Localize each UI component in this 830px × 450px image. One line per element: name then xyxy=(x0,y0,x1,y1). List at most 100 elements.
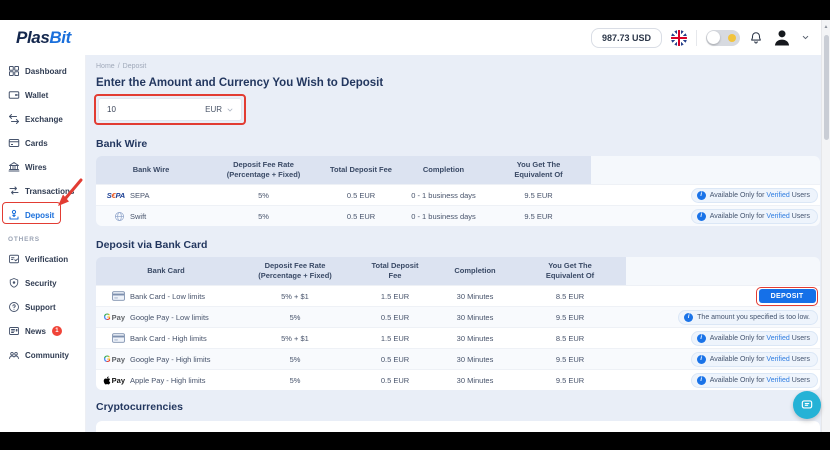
column-header: Completion xyxy=(436,257,514,285)
cell-total-fee: 0.5 EUR xyxy=(380,354,410,364)
amount-too-low-badge: i The amount you specified is too low. xyxy=(678,309,818,325)
browser-viewport: PlasBit 987.73 USD Dashboard Wallet Exchan… xyxy=(0,20,830,432)
wallet-icon xyxy=(8,89,20,101)
badge-text: The amount you specified is too low. xyxy=(697,313,810,321)
column-header: Deposit Fee Rate (Percentage + Fixed) xyxy=(206,156,321,184)
notifications-bell-icon[interactable] xyxy=(749,31,763,45)
sidebar-item-cards[interactable]: Cards xyxy=(0,131,85,155)
chevron-down-icon xyxy=(227,108,233,112)
verified-link[interactable]: Verified xyxy=(766,335,789,342)
amount-form: EUR xyxy=(94,94,246,125)
amount-input[interactable] xyxy=(99,105,206,114)
bank-card-section-title: Deposit via Bank Card xyxy=(96,239,208,251)
sidebar-item-deposit[interactable]: Deposit xyxy=(0,203,85,227)
verified-link[interactable]: Verified xyxy=(766,192,789,199)
sidebar-item-label: Security xyxy=(25,278,57,288)
cell-completion: 30 Minutes xyxy=(456,312,494,322)
cell-completion: 30 Minutes xyxy=(456,291,494,301)
breadcrumb-home[interactable]: Home xyxy=(96,63,115,70)
community-icon xyxy=(8,349,20,361)
annotation-box-deposit-button: DEPOSIT xyxy=(756,286,818,306)
method-label: Google Pay - Low limits xyxy=(130,312,209,322)
currency-value: EUR xyxy=(205,105,222,114)
table-header-row: Bank Card Deposit Fee Rate (Percentage + F… xyxy=(96,257,820,285)
header-controls: 987.73 USD xyxy=(590,27,810,48)
chevron-down-icon[interactable] xyxy=(801,33,810,42)
verified-users-badge: i Available Only for Verified Users xyxy=(690,208,818,224)
dashboard-icon xyxy=(8,65,20,77)
breadcrumb: Home / Deposit xyxy=(96,63,820,70)
theme-toggle[interactable] xyxy=(706,29,740,46)
cell-equivalent: 9.5 EUR xyxy=(555,354,585,364)
sidebar-item-community[interactable]: Community xyxy=(0,343,85,367)
badge-text-prefix: Available Only for xyxy=(709,334,767,342)
user-avatar[interactable] xyxy=(772,28,792,48)
sidebar-item-label: Cards xyxy=(25,138,48,148)
sidebar-item-transactions[interactable]: Transactions xyxy=(0,179,85,203)
method-cell: Swift xyxy=(96,206,206,226)
column-header-actions xyxy=(591,156,820,184)
sidebar-item-news[interactable]: News 1 xyxy=(0,319,85,343)
bank-card-table: Bank Card Deposit Fee Rate (Percentage + F… xyxy=(96,257,820,390)
verified-link[interactable]: Verified xyxy=(766,213,789,220)
method-cell: Bank Card - Low limits xyxy=(96,286,236,306)
amount-input-group: EUR xyxy=(98,98,242,121)
exchange-icon xyxy=(8,113,20,125)
sidebar-item-wires[interactable]: Wires xyxy=(0,155,85,179)
badge-text-suffix: Users xyxy=(789,191,810,199)
verified-link[interactable]: Verified xyxy=(766,356,789,363)
cell-completion: 30 Minutes xyxy=(456,354,494,364)
badge-text-prefix: Available Only for xyxy=(709,355,767,363)
sidebar-item-security[interactable]: Security xyxy=(0,271,85,295)
verified-link[interactable]: Verified xyxy=(766,377,789,384)
column-header: Bank Card xyxy=(96,257,236,285)
scrollbar-up-arrow[interactable]: ▲ xyxy=(822,20,830,30)
cell-equivalent: 9.5 EUR xyxy=(524,211,553,221)
cell-total-fee: 1.5 EUR xyxy=(380,333,410,343)
info-icon: i xyxy=(696,190,706,200)
balance-display[interactable]: 987.73 USD xyxy=(590,27,662,48)
uk-flag-icon[interactable] xyxy=(671,29,687,46)
google-pay-logo: GPay xyxy=(103,354,125,364)
breadcrumb-separator: / xyxy=(117,63,120,70)
column-header: Bank Wire xyxy=(96,156,206,184)
sidebar-item-verification[interactable]: Verification xyxy=(0,247,85,271)
cell-equivalent: 9.5 EUR xyxy=(555,312,585,322)
wires-icon xyxy=(8,161,20,173)
currency-select[interactable]: EUR xyxy=(205,105,241,114)
scrollbar-thumb[interactable] xyxy=(823,35,829,140)
sidebar-item-support[interactable]: Support xyxy=(0,295,85,319)
verified-users-badge: i Available Only for Verified Users xyxy=(690,330,818,346)
plasbit-logo[interactable]: PlasBit xyxy=(16,28,71,48)
sun-icon xyxy=(728,33,736,42)
logo-text-primary: Plas xyxy=(16,27,50,47)
sidebar-section-label: OTHERS xyxy=(8,236,40,243)
deposit-button[interactable]: DEPOSIT xyxy=(758,289,816,303)
google-pay-logo: GPay xyxy=(103,312,125,322)
method-label: Apple Pay - High limits xyxy=(130,375,206,385)
breadcrumb-current: Deposit xyxy=(122,63,147,70)
verified-users-badge: i Available Only for Verified Users xyxy=(690,372,818,388)
vertical-scrollbar[interactable]: ▲ xyxy=(821,20,830,432)
bank-card-icon xyxy=(96,333,130,343)
method-label: Swift xyxy=(130,211,147,221)
cell-equivalent: 9.5 EUR xyxy=(555,375,585,385)
sidebar-item-exchange[interactable]: Exchange xyxy=(0,107,85,131)
chat-support-button[interactable] xyxy=(793,391,821,419)
cell-equivalent: 8.5 EUR xyxy=(555,333,585,343)
method-cell: S€PA SEPA xyxy=(96,185,206,205)
apple-pay-logo: Pay xyxy=(96,376,130,385)
action-cell: i Available Only for Verified Users xyxy=(626,370,820,390)
table-row: Pay Apple Pay - High limits 5% 0.5 EUR 30 Mi… xyxy=(96,369,820,390)
sidebar-item-wallet[interactable]: Wallet xyxy=(0,83,85,107)
table-row: Swift 5% 0.5 EUR 0 - 1 business days 9.5 EUR… xyxy=(96,205,820,226)
badge-text-suffix: Users xyxy=(789,376,810,384)
cell-completion: 0 - 1 business days xyxy=(411,211,476,221)
chat-icon xyxy=(801,400,813,409)
method-cell: Bank Card - High limits xyxy=(96,328,236,348)
sidebar-main-section: Dashboard Wallet Exchange Cards Wires Transac… xyxy=(0,59,85,227)
sidebar-item-label: Community xyxy=(25,350,69,360)
sidebar-item-dashboard[interactable]: Dashboard xyxy=(0,59,85,83)
method-cell: GPay Google Pay - High limits xyxy=(96,349,236,369)
verified-users-badge: i Available Only for Verified Users xyxy=(690,187,818,203)
